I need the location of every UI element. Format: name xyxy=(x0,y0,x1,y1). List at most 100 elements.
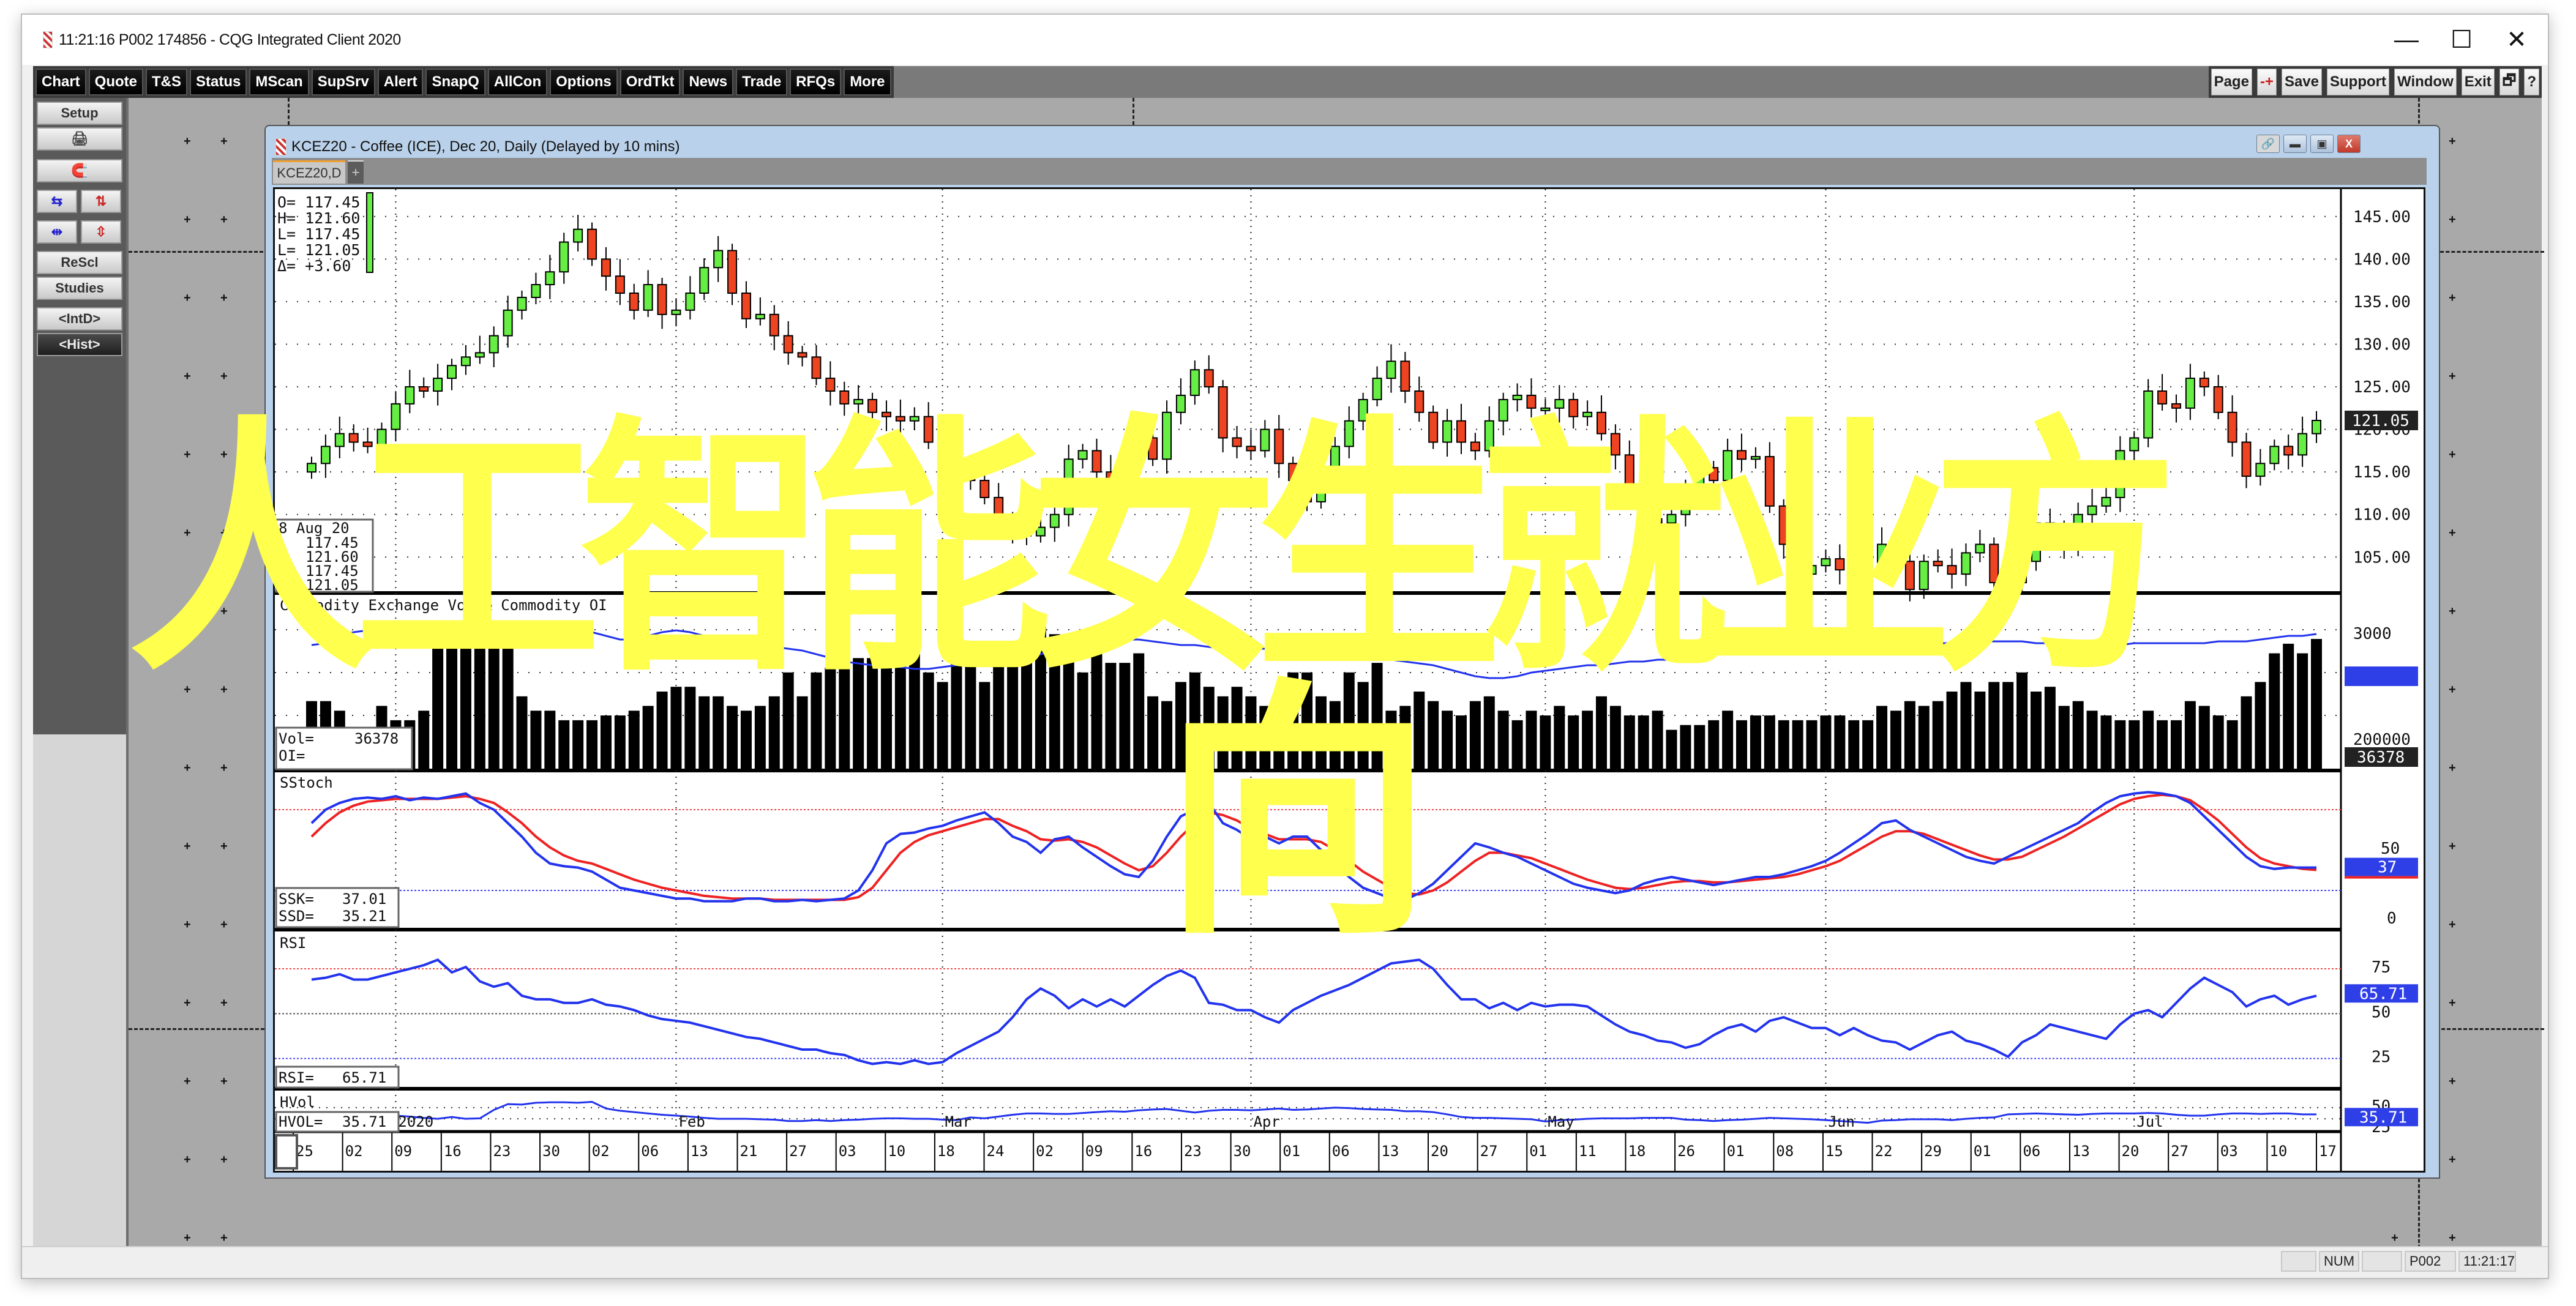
close-button[interactable]: ✕ xyxy=(2489,15,2544,65)
ohlc-legend-c: L= 121.05 xyxy=(277,241,360,259)
grid-plus-mark: + xyxy=(184,683,191,696)
rsi-tick-label: 75 xyxy=(2372,958,2391,977)
volume-bar xyxy=(2002,682,2014,769)
toolbar-button-more[interactable]: More xyxy=(844,69,891,95)
magnet-button[interactable]: 🧲 xyxy=(37,159,122,182)
toolbar-button-supsrv[interactable]: SupSrv xyxy=(311,69,375,95)
candle-up xyxy=(1680,488,1691,515)
candle-down xyxy=(1091,450,1102,473)
date-tick-label: 02 xyxy=(592,1143,610,1160)
window-button[interactable]: Window xyxy=(2394,69,2457,95)
ohlc-legend-h: H= 121.60 xyxy=(277,209,360,227)
candle-down xyxy=(783,335,793,354)
grid-plus-mark: + xyxy=(2449,526,2456,540)
candle-down xyxy=(1232,437,1242,447)
last-price-label: 121.05 xyxy=(2352,412,2409,430)
cqg-main-window: 11:21:16 P002 174856 - CQG Integrated Cl… xyxy=(21,13,2549,1279)
grid-plus-mark: + xyxy=(184,526,191,540)
grid-plus-mark: + xyxy=(220,291,228,305)
volume-bar xyxy=(2241,696,2252,769)
candle-up xyxy=(573,228,583,243)
candle-down xyxy=(839,390,850,405)
toolbar-button-mscan[interactable]: MScan xyxy=(249,69,309,95)
toolbar-left-group: Chart Quote T&S Status MScan SupSrv Alert SnapQ… xyxy=(33,66,894,98)
toolbar-button-quote[interactable]: Quote xyxy=(88,69,143,95)
toolbar-button-allcon[interactable]: AllCon xyxy=(487,69,548,95)
price-tick-label: 115.00 xyxy=(2353,463,2411,482)
candle-up xyxy=(2087,505,2097,515)
toolbar-button-news[interactable]: News xyxy=(683,69,734,95)
minimize-button[interactable]: — xyxy=(2379,15,2434,65)
historical-button[interactable]: <Hist> xyxy=(37,333,122,356)
help-button[interactable]: ? xyxy=(2524,69,2539,95)
oi-legend-label: OI= xyxy=(279,747,305,764)
chart-minimize-button[interactable]: ▬ xyxy=(2283,135,2307,153)
date-tick-label: 17 xyxy=(2319,1143,2337,1160)
candle-up xyxy=(1035,526,1046,537)
volume-bar xyxy=(1988,682,2000,769)
studies-button[interactable]: Studies xyxy=(37,277,122,300)
grid-plus-mark: + xyxy=(220,1075,228,1088)
horizontal-compress-button[interactable]: ⇹ xyxy=(37,220,77,244)
page-button[interactable]: Page xyxy=(2211,69,2252,95)
rescale-button[interactable]: ReScl xyxy=(37,251,122,274)
volume-bar xyxy=(1806,720,1818,769)
horizontal-arrows-button[interactable]: ⇆ xyxy=(37,190,77,213)
vertical-arrows-button[interactable]: ⇅ xyxy=(81,190,121,213)
volume-bar xyxy=(993,663,1005,769)
candle-down xyxy=(1400,360,1410,392)
toolbar-button-status[interactable]: Status xyxy=(190,69,247,95)
volume-bar xyxy=(2100,715,2112,769)
date-tick-label: 09 xyxy=(394,1143,412,1160)
save-button[interactable]: Save xyxy=(2281,69,2323,95)
volume-bar xyxy=(1161,701,1173,769)
volume-bar xyxy=(684,687,696,769)
volume-bar xyxy=(923,672,934,769)
link-button[interactable]: 🔗 xyxy=(2256,135,2280,153)
candle-down xyxy=(769,313,779,337)
restore-window-button[interactable]: 🗗 xyxy=(2499,69,2520,95)
volume-bar xyxy=(1595,696,1607,769)
candle-up xyxy=(489,335,499,354)
maximize-button[interactable]: ☐ xyxy=(2434,15,2489,65)
volume-bar xyxy=(1666,729,1677,769)
grid-plus-mark: + xyxy=(2449,1075,2456,1088)
intraday-button[interactable]: <IntD> xyxy=(37,307,122,330)
toolbar-button-snapq[interactable]: SnapQ xyxy=(425,69,485,95)
candle-up xyxy=(1975,543,1985,554)
toolbar-button-chart[interactable]: Chart xyxy=(36,69,86,95)
tab-kcez20-daily[interactable]: KCEZ20,D xyxy=(273,160,345,184)
candle-up xyxy=(1049,513,1060,528)
candle-up xyxy=(559,241,569,273)
volume-bar xyxy=(628,711,640,769)
month-label: May xyxy=(1548,1113,1574,1130)
rsi-badge-label: 65.71 xyxy=(2359,985,2407,1003)
volume-bar xyxy=(867,658,878,769)
chart-plot-area[interactable]: 145.00140.00135.00130.00125.00120.00115.… xyxy=(273,187,2471,1173)
chart-close-button[interactable]: X xyxy=(2337,135,2361,153)
chart-restore-button[interactable]: ▣ xyxy=(2310,135,2334,153)
candle-down xyxy=(1428,411,1439,443)
toolbar-button-options[interactable]: Options xyxy=(550,69,618,95)
toolbar-button-trade[interactable]: Trade xyxy=(736,69,788,95)
setup-button[interactable]: Setup xyxy=(37,102,122,125)
date-tick-label: 03 xyxy=(839,1143,856,1160)
chart-window-titlebar[interactable]: KCEZ20 - Coffee (ICE), Dec 20, Daily (De… xyxy=(275,137,680,157)
candle-up xyxy=(1877,543,1887,575)
exit-button[interactable]: Exit xyxy=(2461,69,2495,95)
vertical-compress-button[interactable]: ⇳ xyxy=(81,220,121,244)
zoom-button[interactable]: -+ xyxy=(2256,69,2277,95)
add-tab-button[interactable]: + xyxy=(348,160,364,184)
support-button[interactable]: Support xyxy=(2327,69,2389,95)
grid-plus-mark: + xyxy=(184,135,191,148)
toolbar-button-rfqs[interactable]: RFQs xyxy=(790,69,842,95)
toolbar-button-ordtkt[interactable]: OrdTkt xyxy=(620,69,681,95)
toolbar-button-alert[interactable]: Alert xyxy=(377,69,424,95)
volume-bar xyxy=(727,706,738,769)
hvol-line xyxy=(312,1100,2316,1124)
volume-bar xyxy=(2030,692,2042,769)
candle-up xyxy=(1821,558,1831,567)
print-button[interactable]: 🖨 xyxy=(37,127,122,151)
grid-plus-mark: + xyxy=(220,761,228,775)
toolbar-button-ts[interactable]: T&S xyxy=(146,69,187,95)
